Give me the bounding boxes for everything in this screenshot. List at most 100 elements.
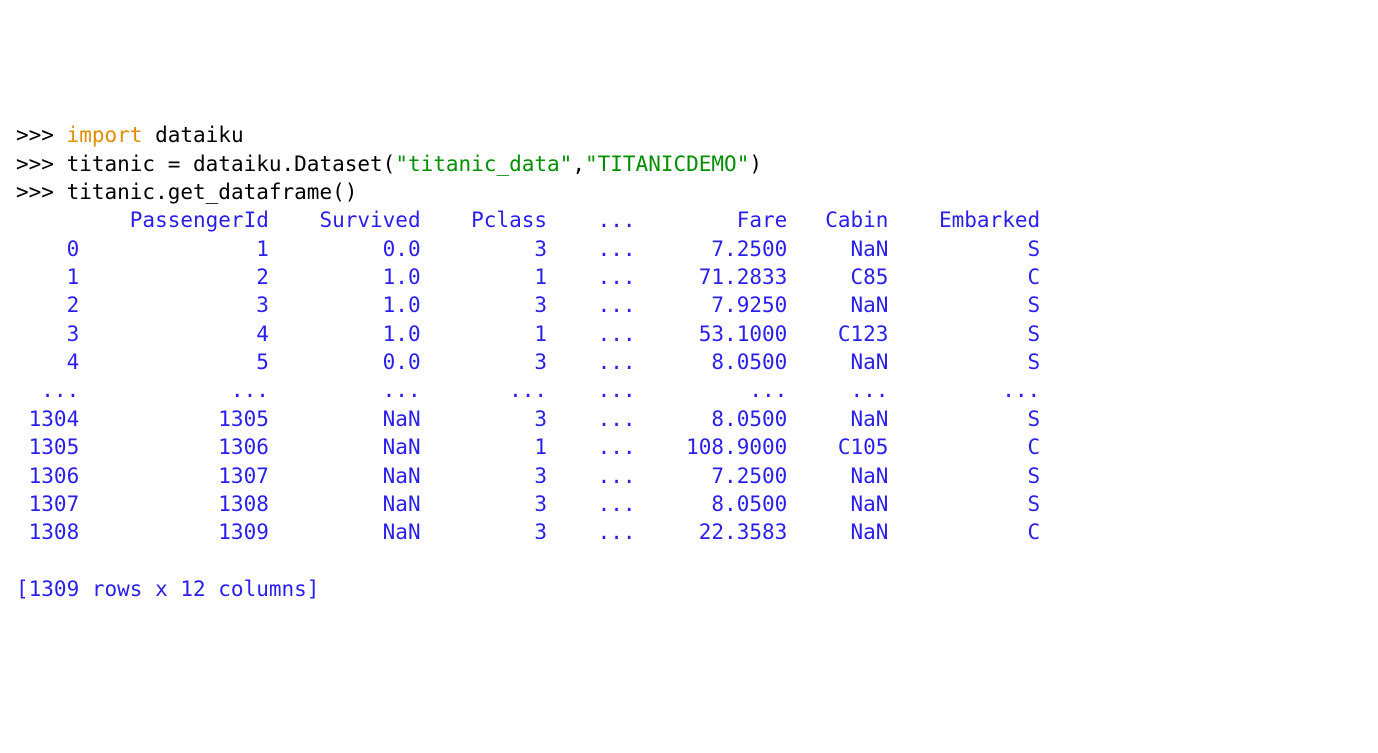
- df-cell: 1.0: [269, 322, 421, 346]
- df-cell: 8.0500: [636, 407, 788, 431]
- df-index-header: [16, 208, 79, 232]
- df-cell: ...: [547, 435, 636, 459]
- df-cell: 1305: [79, 407, 269, 431]
- df-cell: S: [888, 293, 1040, 317]
- output-line: 1304 1305 NaN 3 ... 8.0500 NaN S: [16, 405, 1362, 433]
- df-cell: 53.1000: [636, 322, 788, 346]
- df-cell: ...: [269, 378, 421, 402]
- df-cell: ...: [547, 520, 636, 544]
- df-cell: 1: [421, 435, 547, 459]
- df-col-header: Cabin: [787, 208, 888, 232]
- df-cell: C: [888, 265, 1040, 289]
- df-row-index: 0: [16, 237, 79, 261]
- df-col-header: Embarked: [888, 208, 1040, 232]
- df-row-index: 1: [16, 265, 79, 289]
- df-cell: S: [888, 492, 1040, 516]
- df-cell: S: [888, 350, 1040, 374]
- df-cell: 7.2500: [636, 237, 788, 261]
- df-cell: 7.9250: [636, 293, 788, 317]
- code-segment: import: [67, 123, 143, 147]
- df-cell: ...: [547, 322, 636, 346]
- df-row-index: 1305: [16, 435, 79, 459]
- df-cell: 5: [79, 350, 269, 374]
- df-cell: ...: [547, 492, 636, 516]
- repl-prompt: >>>: [16, 123, 67, 147]
- output-line: 4 5 0.0 3 ... 8.0500 NaN S: [16, 348, 1362, 376]
- df-cell: 71.2833: [636, 265, 788, 289]
- df-cell: 1: [79, 237, 269, 261]
- df-cell: 108.9000: [636, 435, 788, 459]
- df-cell: NaN: [787, 350, 888, 374]
- df-cell: C: [888, 520, 1040, 544]
- df-cell: 1309: [79, 520, 269, 544]
- df-cell: 8.0500: [636, 492, 788, 516]
- code-segment: ,: [572, 152, 585, 176]
- output-line: 0 1 0.0 3 ... 7.2500 NaN S: [16, 235, 1362, 263]
- df-cell: ...: [421, 378, 547, 402]
- df-row-index: ...: [16, 378, 79, 402]
- df-row-index: 1306: [16, 464, 79, 488]
- df-cell: NaN: [787, 237, 888, 261]
- df-cell: C105: [787, 435, 888, 459]
- code-segment: ): [749, 152, 762, 176]
- df-cell: 3: [421, 464, 547, 488]
- df-row-index: 1308: [16, 520, 79, 544]
- df-col-header: PassengerId: [79, 208, 269, 232]
- df-cell: ...: [547, 378, 636, 402]
- output-line: >>> import dataiku: [16, 121, 1362, 149]
- df-cell: ...: [888, 378, 1040, 402]
- df-col-header: Fare: [636, 208, 788, 232]
- df-cell: C123: [787, 322, 888, 346]
- df-cell: NaN: [787, 293, 888, 317]
- df-cell: S: [888, 464, 1040, 488]
- df-cell: NaN: [269, 407, 421, 431]
- output-line: [1309 rows x 12 columns]: [16, 575, 1362, 603]
- output-line: ... ... ... ... ... ... ... ...: [16, 376, 1362, 404]
- output-line: 1307 1308 NaN 3 ... 8.0500 NaN S: [16, 490, 1362, 518]
- df-cell: NaN: [787, 492, 888, 516]
- df-cell: 4: [79, 322, 269, 346]
- df-row-index: 3: [16, 322, 79, 346]
- df-cell: 3: [421, 520, 547, 544]
- python-repl-output: >>> import dataiku>>> titanic = dataiku.…: [16, 121, 1362, 603]
- df-cell: NaN: [269, 492, 421, 516]
- code-segment: "TITANICDEMO": [585, 152, 749, 176]
- output-line: 3 4 1.0 1 ... 53.1000 C123 S: [16, 320, 1362, 348]
- df-row-index: 1304: [16, 407, 79, 431]
- df-cell: ...: [547, 350, 636, 374]
- df-cell: S: [888, 407, 1040, 431]
- output-line: 1306 1307 NaN 3 ... 7.2500 NaN S: [16, 462, 1362, 490]
- output-line: 1 2 1.0 1 ... 71.2833 C85 C: [16, 263, 1362, 291]
- df-cell: NaN: [787, 407, 888, 431]
- df-row-index: 2: [16, 293, 79, 317]
- df-shape-summary: [1309 rows x 12 columns]: [16, 577, 319, 601]
- df-cell: C85: [787, 265, 888, 289]
- df-cell: S: [888, 237, 1040, 261]
- df-row-index: 1307: [16, 492, 79, 516]
- df-cell: ...: [787, 378, 888, 402]
- df-cell: 3: [79, 293, 269, 317]
- output-line: >>> titanic = dataiku.Dataset("titanic_d…: [16, 150, 1362, 178]
- df-cell: C: [888, 435, 1040, 459]
- df-cell: ...: [547, 464, 636, 488]
- df-cell: NaN: [269, 520, 421, 544]
- df-cell: 1.0: [269, 293, 421, 317]
- output-line: 2 3 1.0 3 ... 7.9250 NaN S: [16, 291, 1362, 319]
- df-cell: 0.0: [269, 350, 421, 374]
- df-cell: 1308: [79, 492, 269, 516]
- df-row-index: 4: [16, 350, 79, 374]
- df-cell: NaN: [269, 435, 421, 459]
- output-line: 1308 1309 NaN 3 ... 22.3583 NaN C: [16, 518, 1362, 546]
- code-segment: titanic = dataiku.Dataset(: [67, 152, 396, 176]
- df-cell: 0.0: [269, 237, 421, 261]
- df-cell: ...: [79, 378, 269, 402]
- df-cell: 1: [421, 322, 547, 346]
- output-line: >>> titanic.get_dataframe(): [16, 178, 1362, 206]
- df-col-header: Pclass: [421, 208, 547, 232]
- repl-prompt: >>>: [16, 152, 67, 176]
- code-segment: titanic.get_dataframe(): [67, 180, 358, 204]
- df-cell: 3: [421, 293, 547, 317]
- df-col-header: Survived: [269, 208, 421, 232]
- df-cell: 3: [421, 237, 547, 261]
- output-line: [16, 547, 1362, 575]
